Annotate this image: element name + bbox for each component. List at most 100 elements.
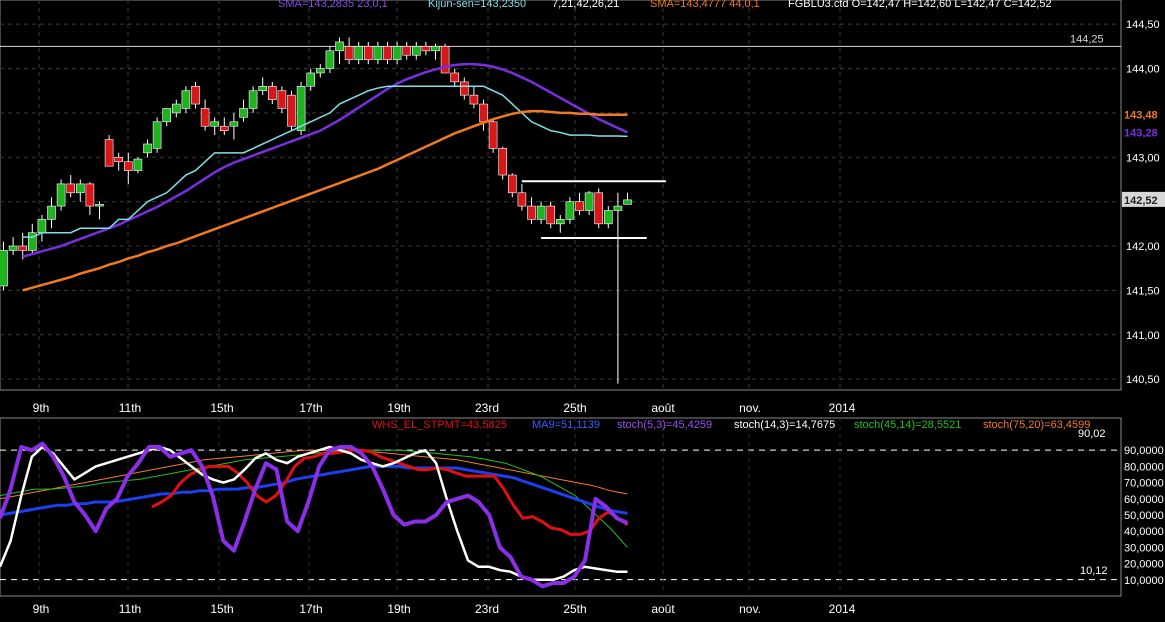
candle-down (18, 245, 28, 251)
candle-up (56, 183, 66, 207)
candle-up (325, 50, 335, 69)
candle-down (517, 192, 527, 207)
candle-up (584, 192, 594, 211)
candle-down (277, 90, 287, 109)
time-axis-label: 15th (210, 401, 233, 415)
candle-down (114, 156, 123, 163)
time-axis-label: 23rd (475, 401, 499, 415)
candle-up (239, 108, 248, 118)
candle-down (594, 192, 604, 225)
legend-stoch-75-20: stoch(75,20)=63,4599 (983, 419, 1090, 431)
indicator-tick-label: 60,0000 (1124, 494, 1164, 506)
price-tick-label: 144,00 (1126, 64, 1160, 76)
time-axis-label: 19th (387, 401, 410, 415)
time-axis-label: 9th (33, 602, 50, 616)
candle-up (37, 219, 47, 234)
indicator-tick-label: 50,0000 (1124, 510, 1164, 522)
time-axis-label: nov. (739, 401, 761, 415)
indicator-tick-label: 10,0000 (1124, 575, 1164, 587)
candle-down (104, 139, 114, 167)
candle-up (431, 46, 440, 52)
candle-up (613, 205, 623, 211)
indicator-upper-level-label: 90,02 (1078, 428, 1106, 440)
candle-up (133, 158, 143, 171)
time-axis-top-bg (0, 397, 1121, 415)
price-axis: 144,50144,00143,50143,00142,50142,00141,… (1122, 19, 1165, 386)
time-axis-label: 17th (299, 401, 322, 415)
time-axis-label: 25th (563, 602, 586, 616)
candle-up (210, 121, 219, 127)
indicator-tick-label: 30,0000 (1124, 542, 1164, 554)
candle-up (623, 199, 632, 205)
candle-down (363, 46, 373, 60)
time-axis-label: 23rd (475, 602, 499, 616)
price-marker-label: 143,48 (1124, 110, 1158, 122)
candle-up (335, 41, 344, 52)
price-tick-label: 143,00 (1126, 152, 1160, 164)
price-tick-label: 140,50 (1126, 374, 1160, 386)
indicator-lower-level-label: 10,12 (1080, 565, 1108, 577)
indicator-tick-label: 90,0000 (1124, 445, 1164, 457)
candle-up (354, 46, 364, 60)
indicator-panel[interactable] (0, 417, 1122, 597)
time-axis-label: nov. (739, 602, 761, 616)
candle-up (565, 201, 575, 220)
candle-up (8, 245, 18, 251)
price-tick-label: 141,00 (1126, 330, 1160, 342)
candle-down (421, 46, 431, 52)
candle-up (306, 72, 316, 87)
legend-ichimoku-params: 7,21,42,26,21 (552, 0, 619, 10)
candle-down (440, 46, 450, 74)
candle-up (296, 85, 306, 131)
candle-down (220, 125, 229, 131)
candle-down (498, 148, 508, 176)
time-axis-label: 17th (299, 602, 322, 616)
candle-down (402, 46, 412, 56)
candle-down (124, 161, 133, 171)
price-plot-frame (0, 0, 1122, 391)
candle-down (344, 46, 354, 60)
legend-sma-short: SMA=143,2835 23,0,1 (278, 0, 388, 10)
time-axis-label: 19th (387, 602, 410, 616)
legend-stoch-45-14: stoch(45,14)=28,5521 (854, 419, 961, 431)
candle-down (450, 72, 460, 83)
time-axis-label: 2014 (829, 602, 856, 616)
time-axis-label: août (651, 602, 675, 616)
chart-canvas: 144,25 144,50144,00143,50143,00142,50142… (0, 0, 1165, 622)
candle-up (392, 46, 402, 60)
indicator-tick-label: 80,0000 (1124, 461, 1164, 473)
time-axis-label: 11th (119, 401, 141, 415)
candle-down (488, 121, 498, 149)
candle-down (191, 85, 200, 105)
candle-up (95, 204, 104, 207)
candle-down (85, 183, 95, 207)
price-tick-label: 141,50 (1126, 285, 1160, 297)
price-marker-label: 143,28 (1124, 127, 1158, 139)
legend-sma-long: SMA=143,4777 44,0,1 (650, 0, 760, 10)
candle-down (200, 108, 210, 127)
indicator-tick-label: 40,0000 (1124, 526, 1164, 538)
candle-down (383, 46, 392, 60)
time-axis-label: 11th (119, 602, 141, 616)
time-axis-label: août (651, 401, 675, 415)
price-tick-label: 144,50 (1126, 19, 1160, 31)
candle-up (258, 85, 268, 92)
time-axis-label: 9th (33, 401, 50, 415)
candle-down (546, 205, 556, 225)
candle-up (555, 219, 565, 225)
candle-down (507, 174, 517, 194)
legend-whs: WHS_EL_STPMT=43,5825 (372, 419, 507, 431)
candle-up (0, 250, 8, 287)
legend-ma9: MA9=51,1139 (532, 419, 600, 431)
candle-down (575, 201, 584, 211)
candle-up (181, 90, 191, 109)
resistance-line-label: 144,25 (1070, 33, 1104, 45)
candle-up (162, 108, 171, 123)
legend-stoch-5-3: stoch(5,3)=45,4259 (617, 419, 712, 431)
legend-kijun: Kijun-sen=143,2350 (428, 0, 526, 10)
candle-up (152, 121, 162, 149)
candle-down (66, 183, 75, 194)
candle-up (603, 210, 613, 225)
time-axis-label: 15th (210, 602, 233, 616)
price-panel[interactable]: 144,25 (0, 0, 1122, 391)
